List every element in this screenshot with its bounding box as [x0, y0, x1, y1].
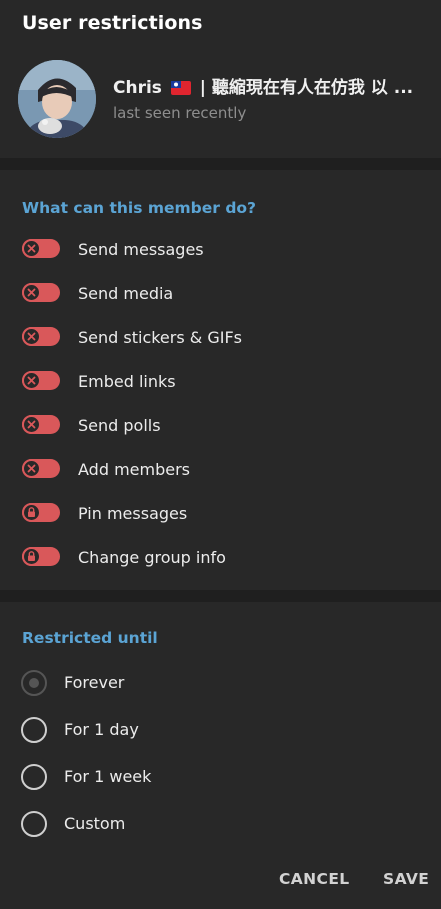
permission-send-stickers-gifs[interactable]: Send stickers & GIFs [0, 317, 441, 361]
save-button[interactable]: SAVE [383, 870, 429, 888]
permission-pin-messages[interactable]: Pin messages [0, 493, 441, 537]
permission-label: Pin messages [78, 504, 188, 523]
permission-label: Send media [78, 284, 174, 303]
user-info: Chris | 聽縮現在有人在仿我 以 ... last seen recent… [18, 60, 438, 138]
toggle[interactable] [22, 547, 60, 566]
radio-option-1-week[interactable]: For 1 week [0, 754, 441, 800]
toggle[interactable] [22, 415, 60, 434]
permission-send-polls[interactable]: Send polls [0, 405, 441, 449]
permission-label: Embed links [78, 372, 176, 391]
user-status: last seen recently [113, 104, 247, 122]
radio-label: For 1 day [64, 720, 139, 739]
permission-label: Send messages [78, 240, 204, 259]
radio-button[interactable] [21, 717, 47, 743]
permission-label: Send polls [78, 416, 161, 435]
toggle[interactable] [22, 239, 60, 258]
radio-label: Custom [64, 814, 126, 833]
radio-button[interactable] [21, 764, 47, 790]
permission-change-group-info[interactable]: Change group info [0, 537, 441, 581]
permission-label: Send stickers & GIFs [78, 328, 242, 347]
avatar [18, 60, 96, 138]
radio-button[interactable] [21, 670, 47, 696]
section-divider [0, 590, 441, 602]
permission-embed-links[interactable]: Embed links [0, 361, 441, 405]
permission-send-media[interactable]: Send media [0, 273, 441, 317]
radio-option-custom[interactable]: Custom [0, 801, 441, 847]
toggle[interactable] [22, 459, 60, 478]
permission-add-members[interactable]: Add members [0, 449, 441, 493]
radio-label: For 1 week [64, 767, 152, 786]
radio-option-forever[interactable]: Forever [0, 660, 441, 706]
toggle[interactable] [22, 371, 60, 390]
dialog-title: User restrictions [22, 12, 203, 34]
toggle[interactable] [22, 327, 60, 346]
toggle[interactable] [22, 283, 60, 302]
user-name-suffix: | 聽縮現在有人在仿我 以 ... [199, 78, 414, 98]
section-divider [0, 158, 441, 170]
permissions-section-title: What can this member do? [22, 199, 257, 217]
taiwan-flag-icon [170, 80, 191, 100]
cancel-button[interactable]: CANCEL [279, 870, 350, 888]
permission-send-messages[interactable]: Send messages [0, 229, 441, 273]
restriction-section-title: Restricted until [22, 629, 158, 647]
user-name-prefix: Chris [113, 78, 162, 98]
permission-label: Add members [78, 460, 190, 479]
radio-button[interactable] [21, 811, 47, 837]
user-name: Chris | 聽縮現在有人在仿我 以 ... [113, 73, 438, 100]
toggle[interactable] [22, 503, 60, 522]
radio-option-1-day[interactable]: For 1 day [0, 707, 441, 753]
radio-label: Forever [64, 673, 125, 692]
permission-label: Change group info [78, 548, 226, 567]
